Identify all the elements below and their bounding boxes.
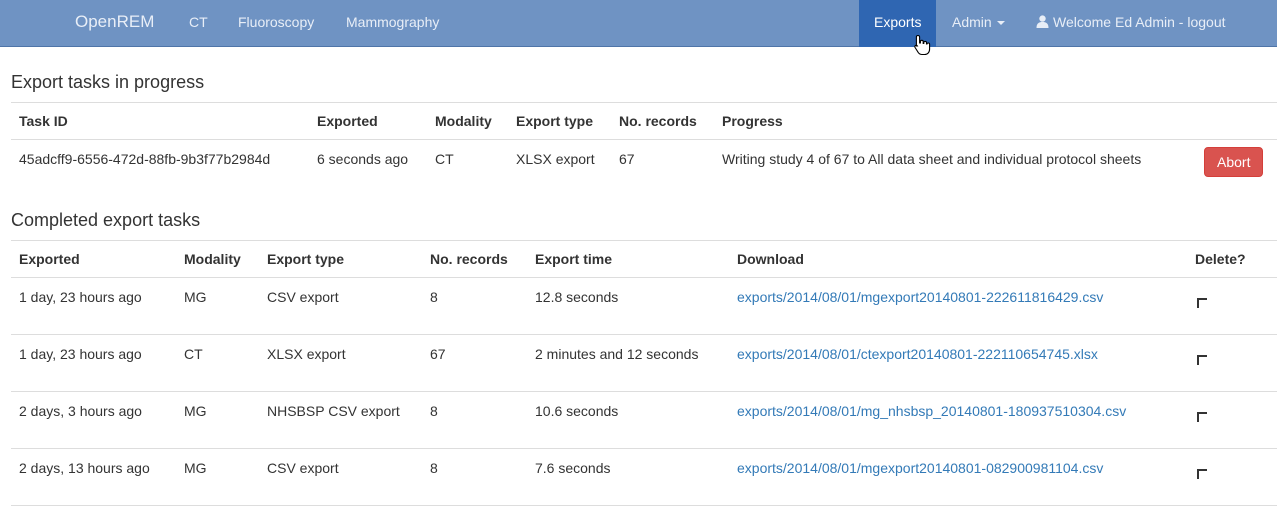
col-modality: Modality: [427, 102, 508, 140]
top-navbar: OpenREM CT Fluoroscopy Mammography Expor…: [0, 0, 1277, 47]
nav-user-logout[interactable]: Welcome Ed Admin - logout: [1036, 14, 1226, 30]
records: 8: [422, 448, 527, 506]
table-row: 2 days, 13 hours ago MG CSV export 8 7.6…: [11, 448, 1277, 506]
table-row: 45adcff9-6556-472d-88fb-9b3f77b2984d 6 s…: [11, 140, 1277, 192]
records: 8: [422, 277, 527, 335]
download-link[interactable]: exports/2014/08/01/mgexport20140801-2226…: [737, 289, 1103, 305]
col-task-id: Task ID: [11, 102, 309, 140]
nav-ct[interactable]: CT: [189, 14, 208, 30]
table-row: 1 day, 23 hours ago MG CSV export 8 12.8…: [11, 277, 1277, 335]
download-link[interactable]: exports/2014/08/01/mgexport20140801-0829…: [737, 460, 1103, 476]
col-export-type: Export type: [259, 240, 422, 278]
records: 67: [619, 151, 635, 167]
exported: 2 days, 13 hours ago: [11, 448, 176, 506]
user-logout-label: Welcome Ed Admin - logout: [1053, 14, 1226, 30]
completed-heading: Completed export tasks: [11, 210, 201, 230]
nav-mammography[interactable]: Mammography: [346, 14, 439, 30]
exported: 1 day, 23 hours ago: [11, 277, 176, 335]
col-exported: Exported: [309, 102, 427, 140]
col-export-time: Export time: [527, 240, 729, 278]
in-progress-header-row: Task ID Exported Modality Export type No…: [11, 102, 1277, 140]
user-icon: [1036, 15, 1049, 28]
col-export-type: Export type: [508, 102, 611, 140]
delete-cell: [1187, 334, 1277, 392]
task-id: 45adcff9-6556-472d-88fb-9b3f77b2984d: [19, 151, 271, 167]
completed-header-row: Exported Modality Export type No. record…: [11, 240, 1277, 278]
exported: 6 seconds ago: [317, 151, 409, 167]
export-type: CSV export: [259, 277, 422, 335]
download-link[interactable]: exports/2014/08/01/mg_nhsbsp_20140801-18…: [737, 403, 1126, 419]
progress-text: Writing study 4 of 67 to All data sheet …: [722, 151, 1142, 167]
delete-cell: [1187, 448, 1277, 506]
download-cell: exports/2014/08/01/mgexport20140801-0829…: [729, 448, 1187, 506]
modality: MG: [176, 448, 259, 506]
exported: 2 days, 3 hours ago: [11, 391, 176, 449]
nav-admin-dropdown[interactable]: Admin: [952, 14, 1005, 30]
delete-checkbox[interactable]: [1197, 298, 1207, 308]
export-type: NHSBSP CSV export: [259, 391, 422, 449]
download-cell: exports/2014/08/01/ctexport20140801-2221…: [729, 334, 1187, 392]
modality: CT: [435, 151, 454, 167]
action-cell: Abort: [1196, 140, 1277, 192]
delete-cell: [1187, 277, 1277, 335]
download-cell: exports/2014/08/01/mg_nhsbsp_20140801-18…: [729, 391, 1187, 449]
table-row: 1 day, 23 hours ago CT XLSX export 67 2 …: [11, 334, 1277, 392]
in-progress-heading: Export tasks in progress: [11, 72, 205, 92]
col-progress: Progress: [714, 102, 1196, 140]
nav-admin-label: Admin: [952, 14, 992, 30]
delete-checkbox[interactable]: [1197, 412, 1207, 422]
exported: 1 day, 23 hours ago: [11, 334, 176, 392]
export-type: XLSX export: [259, 334, 422, 392]
download-link[interactable]: exports/2014/08/01/ctexport20140801-2221…: [737, 346, 1098, 362]
col-exported: Exported: [11, 240, 176, 278]
brand-logo[interactable]: OpenREM: [75, 12, 154, 32]
col-records: No. records: [611, 102, 714, 140]
export-time: 12.8 seconds: [527, 277, 729, 335]
in-progress-table: Task ID Exported Modality Export type No…: [11, 102, 1277, 192]
records: 8: [422, 391, 527, 449]
export-time: 7.6 seconds: [527, 448, 729, 506]
export-time: 2 minutes and 12 seconds: [527, 334, 729, 392]
caret-down-icon: [996, 21, 1005, 26]
col-download: Download: [729, 240, 1187, 278]
delete-checkbox[interactable]: [1197, 355, 1207, 365]
modality: MG: [176, 277, 259, 335]
download-cell: exports/2014/08/01/mgexport20140801-2226…: [729, 277, 1187, 335]
nav-exports-label: Exports: [874, 14, 922, 30]
abort-button[interactable]: Abort: [1204, 147, 1264, 177]
completed-table: Exported Modality Export type No. record…: [11, 240, 1277, 506]
export-time: 10.6 seconds: [527, 391, 729, 449]
export-type: XLSX export: [516, 151, 595, 167]
modality: MG: [176, 391, 259, 449]
modality: CT: [176, 334, 259, 392]
hand-cursor-icon: [914, 34, 931, 56]
col-delete: Delete?: [1187, 240, 1277, 278]
records: 67: [422, 334, 527, 392]
table-row: 2 days, 3 hours ago MG NHSBSP CSV export…: [11, 391, 1277, 449]
col-action: [1196, 102, 1277, 140]
col-records: No. records: [422, 240, 527, 278]
col-modality: Modality: [176, 240, 259, 278]
delete-cell: [1187, 391, 1277, 449]
export-type: CSV export: [259, 448, 422, 506]
nav-fluoroscopy[interactable]: Fluoroscopy: [238, 14, 314, 30]
